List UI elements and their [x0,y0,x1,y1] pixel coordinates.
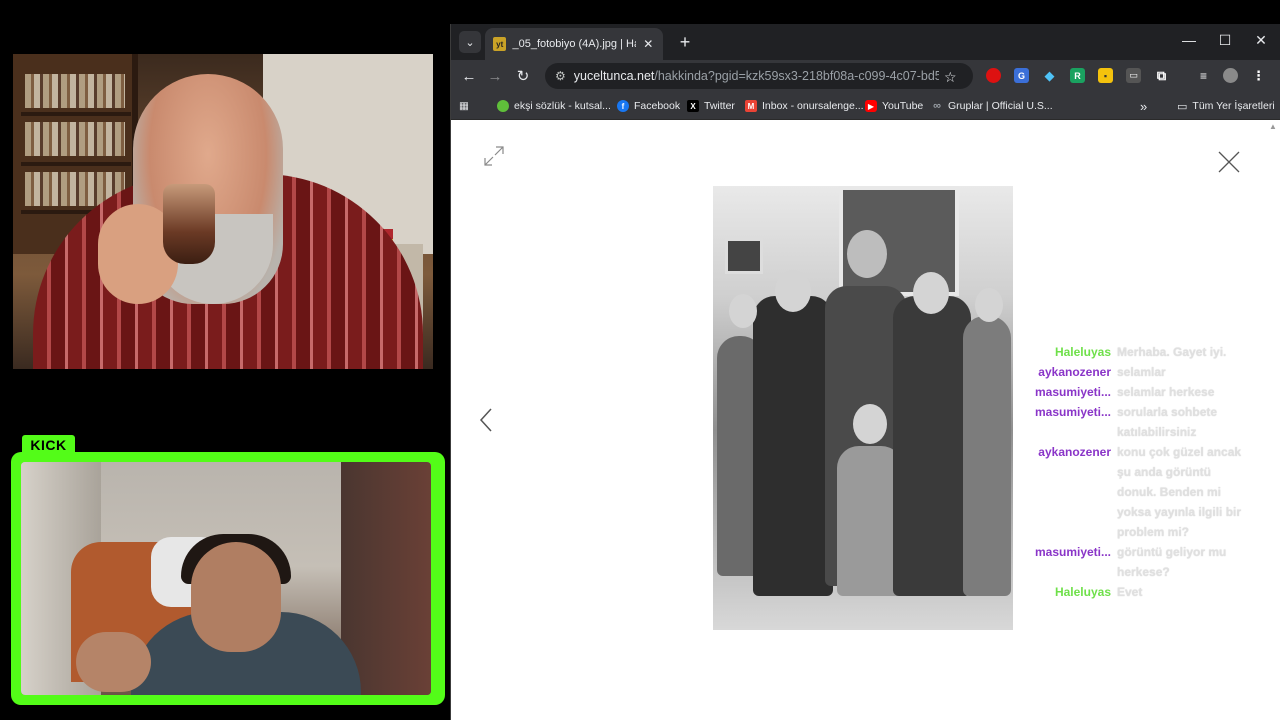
chat-message: aykanozener selamlar [1023,362,1253,382]
title-bar: ⌄ yt _05_fotobiyo (4A).jpg | Hakkında ✕ … [451,24,1280,60]
bookmarks-overflow-button[interactable]: » [1140,98,1147,114]
profile-avatar[interactable] [1223,68,1238,83]
scrollbar-up-arrow[interactable]: ▲ [1269,122,1279,132]
bookmark-gmail[interactable]: M Inbox - onursalenge... [745,98,864,114]
url-text[interactable]: yuceltunca.net/hakkinda?pgid=kzk59sx3-21… [574,69,939,83]
browser-window: ⌄ yt _05_fotobiyo (4A).jpg | Hakkında ✕ … [450,24,1280,720]
gallery-photo [713,186,1013,630]
chat-message: Haleluyas Merhaba. Gayet iyi. [1023,342,1253,362]
tab-close-icon[interactable]: ✕ [642,37,655,51]
x-icon: X [687,100,699,112]
nav-toolbar: ← → ↻ ⚙ yuceltunca.net/hakkinda?pgid=kzk… [451,60,1280,92]
bookmark-facebook[interactable]: f Facebook [617,98,680,114]
bookmark-star-icon[interactable]: ☆ [944,69,957,86]
all-bookmarks-folder[interactable]: ▭ Tüm Yer İşaretleri [1177,98,1275,114]
bookmark-youtube[interactable]: ▶ YouTube [865,98,923,114]
chat-message: aykanozener konu çok güzel ancak şu anda … [1023,442,1253,542]
chat-text: Merhaba. Gayet iyi. [1117,345,1227,359]
forward-button[interactable]: → [483,64,507,88]
gmail-icon: M [745,100,757,112]
stream-chat-overlay: Haleluyas Merhaba. Gayet iyi. aykanozener s… [1023,342,1253,602]
close-window-button[interactable]: ✕ [1243,24,1279,56]
webcam-feed-host [13,54,433,369]
bookmarks-bar: ▦ ekşi sözlük - kutsal... f Facebook X T… [451,92,1280,120]
gem-extension-icon[interactable]: ◆ [1042,68,1057,83]
minimize-button[interactable]: — [1171,24,1207,56]
folder-icon: ▭ [1177,100,1188,113]
chat-message: masumiyeti... sorularla sohbete katılabil… [1023,402,1253,442]
bookmark-twitter[interactable]: X Twitter [687,98,735,114]
bookmark-gruplar[interactable]: ∞ Gruplar | Official U.S... [931,98,1053,114]
chat-message: masumiyeti... görüntü geliyor mu herkese? [1023,542,1253,582]
chat-username: masumiyeti... [1034,545,1111,559]
tea-cup [163,184,215,264]
menu-kebab-icon[interactable]: ⋮ [1251,68,1266,83]
media-controls-icon[interactable]: ≡ [1196,68,1211,83]
facebook-icon: f [617,100,629,112]
drop-icon [497,100,509,112]
notes-extension-icon[interactable]: ▪ [1098,68,1113,83]
address-bar[interactable]: ⚙ yuceltunca.net/hakkinda?pgid=kzk59sx3-… [545,63,973,89]
chat-username: aykanozener [1038,445,1111,459]
r-extension-icon[interactable]: R [1070,68,1085,83]
translate-extension-icon[interactable]: G [1014,68,1029,83]
chat-username: Haleluyas [1054,345,1111,359]
chat-username: Haleluyas [1054,585,1111,599]
link-icon: ∞ [933,100,941,112]
tab-extension-icon[interactable]: ▭ [1126,68,1141,83]
puzzle-extensions-icon[interactable]: ⧉ [1154,68,1169,83]
chat-username: masumiyeti... [1034,385,1111,399]
reload-button[interactable]: ↻ [511,64,535,88]
site-info-icon[interactable]: ⚙ [555,69,566,83]
extension-red-icon[interactable] [986,68,1001,83]
chat-message: masumiyeti... selamlar herkese [1023,382,1253,402]
tab-search-icon[interactable]: ⌄ [459,31,481,53]
site-favicon-icon: yt [493,37,507,51]
previous-photo-arrow-icon[interactable] [479,407,493,433]
webcam-feed-streamer [21,462,431,695]
apps-grid-icon[interactable]: ▦ [459,98,469,114]
tab-title: _05_fotobiyo (4A).jpg | Hakkında [512,38,635,50]
bookmark-eksi[interactable]: ekşi sözlük - kutsal... [497,98,611,114]
page-content: ▲ Haleluyas Merhaba. Gayet iyi. aykanozene… [451,120,1280,720]
chat-text: sorularla sohbete katılabilirsiniz [1117,405,1218,439]
new-tab-button[interactable]: + [673,30,697,54]
chat-message: Haleluyas Evet [1023,582,1253,602]
chat-text: selamlar [1117,365,1166,379]
back-button[interactable]: ← [457,64,481,88]
chat-text: selamlar herkese [1117,385,1215,399]
chat-text: konu çok güzel ancak şu anda görüntü don… [1117,445,1242,539]
maximize-button[interactable]: ☐ [1207,24,1243,56]
chat-username: masumiyeti... [1034,405,1111,419]
chat-username: aykanozener [1038,365,1111,379]
youtube-icon: ▶ [865,100,877,112]
active-tab[interactable]: yt _05_fotobiyo (4A).jpg | Hakkında ✕ [485,28,663,60]
close-lightbox-icon[interactable] [1217,150,1241,174]
stream-scene: KICK ⌄ yt _05_fotobiyo (4A).jpg | Hakkın… [0,0,1280,720]
chat-text: görüntü geliyor mu herkese? [1117,545,1227,579]
chat-text: Evet [1117,585,1143,599]
expand-icon[interactable] [483,145,505,167]
